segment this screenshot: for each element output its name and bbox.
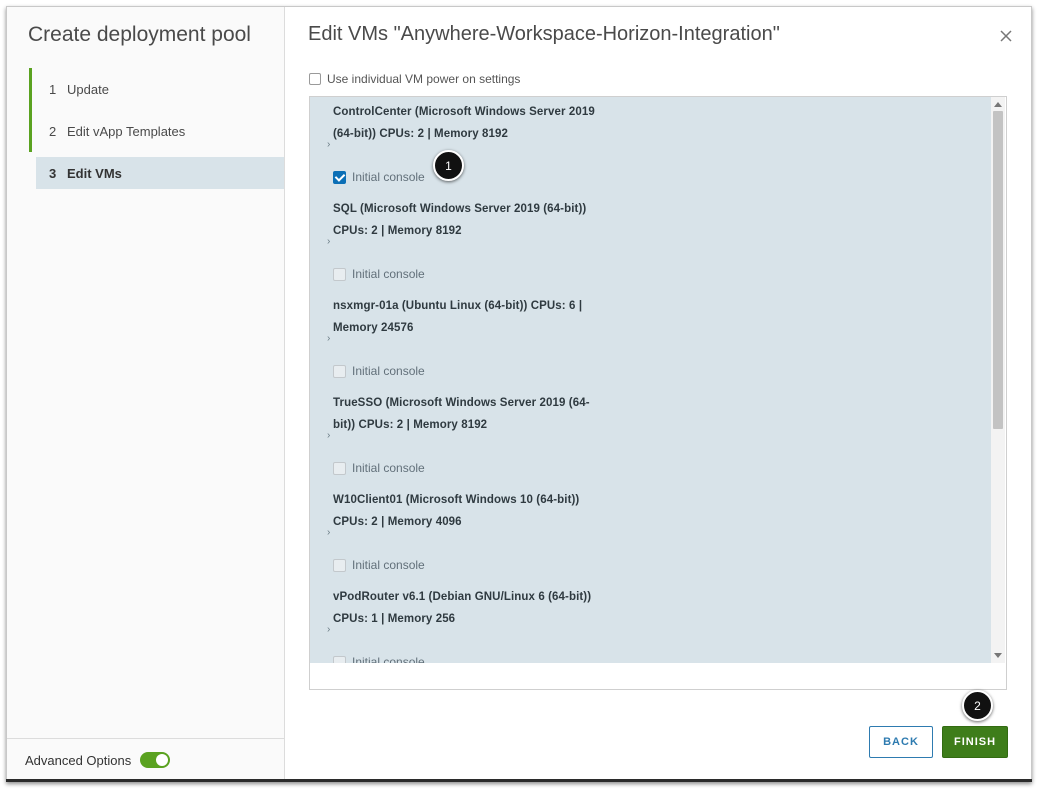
modal-dialog: Create deployment pool 1 Update 2 Edit v…	[6, 6, 1032, 782]
initial-console-checkbox[interactable]	[333, 364, 346, 378]
initial-console-label: Initial console	[352, 267, 425, 281]
scroll-down-icon[interactable]	[994, 653, 1002, 658]
advanced-options-toggle[interactable]	[140, 752, 171, 768]
vm-specs: CPUs: 2 | Memory 8192	[333, 225, 462, 237]
initial-console-label: Initial console	[352, 461, 425, 475]
vm-list: ControlCenter (Microsoft Windows Server …	[310, 97, 991, 663]
vm-name: nsxmgr-01a (Ubuntu Linux (64-bit)) CPUs:…	[333, 300, 583, 312]
wizard-sidebar: Create deployment pool 1 Update 2 Edit v…	[7, 7, 285, 781]
step-update[interactable]: 1 Update	[28, 68, 284, 110]
vm-list-scrollbar[interactable]	[991, 97, 1005, 663]
scrollbar-thumb[interactable]	[993, 111, 1003, 429]
step-edit-vms[interactable]: 3 Edit VMs	[36, 157, 284, 189]
close-icon[interactable]	[997, 27, 1015, 45]
step-number: 1	[49, 81, 57, 97]
step-number: 2	[49, 123, 57, 139]
vm-specs: (64-bit)) CPUs: 2 | Memory 8192	[333, 128, 509, 140]
initial-console-checkbox[interactable]	[333, 170, 346, 184]
scroll-up-icon[interactable]	[994, 102, 1002, 107]
initial-console-label: Initial console	[352, 170, 425, 184]
initial-console-checkbox[interactable]	[333, 655, 346, 663]
initial-console-option: Initial console	[333, 170, 425, 184]
initial-console-checkbox[interactable]	[333, 558, 346, 572]
initial-console-checkbox[interactable]	[333, 461, 346, 475]
vm-name: TrueSSO (Microsoft Windows Server 2019 (…	[333, 397, 590, 409]
chevron-right-icon[interactable]: ›	[327, 624, 330, 635]
initial-console-option: Initial console	[333, 364, 425, 378]
individual-power-label: Use individual VM power on settings	[327, 72, 521, 86]
wizard-steps: 1 Update 2 Edit vApp Templates 3 Edit VM…	[28, 68, 284, 189]
back-button[interactable]: BACK	[869, 726, 933, 758]
vm-specs: CPUs: 2 | Memory 4096	[333, 516, 462, 528]
initial-console-option: Initial console	[333, 558, 425, 572]
vm-name: W10Client01 (Microsoft Windows 10 (64-bi…	[333, 494, 580, 506]
advanced-options-label: Advanced Options	[25, 752, 132, 768]
vm-list-container: ControlCenter (Microsoft Windows Server …	[309, 96, 1007, 690]
chevron-right-icon[interactable]: ›	[327, 139, 330, 150]
page-title: Edit VMs "Anywhere-Workspace-Horizon-Int…	[308, 23, 780, 45]
initial-console-option: Initial console	[333, 461, 425, 475]
step-number: 3	[49, 165, 57, 181]
vm-name: vPodRouter v6.1 (Debian GNU/Linux 6 (64-…	[333, 591, 592, 603]
individual-power-checkbox[interactable]	[309, 73, 321, 85]
vm-specs: bit)) CPUs: 2 | Memory 8192	[333, 419, 488, 431]
chevron-right-icon[interactable]: ›	[327, 527, 330, 538]
initial-console-option: Initial console	[333, 267, 425, 281]
chevron-right-icon[interactable]: ›	[327, 236, 330, 247]
vm-name: SQL (Microsoft Windows Server 2019 (64-b…	[333, 203, 587, 215]
vm-specs: Memory 24576	[333, 322, 414, 334]
chevron-right-icon[interactable]: ›	[327, 430, 330, 441]
wizard-title: Create deployment pool	[28, 23, 251, 46]
initial-console-option: Initial console	[333, 655, 425, 663]
initial-console-label: Initial console	[352, 655, 425, 663]
callout-marker-2: 2	[962, 690, 993, 721]
individual-power-setting: Use individual VM power on settings	[309, 72, 520, 86]
step-label: Update	[67, 81, 109, 97]
chevron-right-icon[interactable]: ›	[327, 333, 330, 344]
initial-console-label: Initial console	[352, 558, 425, 572]
vm-specs: CPUs: 1 | Memory 256	[333, 613, 456, 625]
initial-console-label: Initial console	[352, 364, 425, 378]
step-label: Edit VMs	[67, 165, 122, 181]
window-bottom-edge	[6, 779, 1032, 782]
step-edit-vapp-templates[interactable]: 2 Edit vApp Templates	[28, 110, 284, 152]
finish-button[interactable]: FINISH	[942, 726, 1008, 758]
step-label: Edit vApp Templates	[67, 123, 186, 139]
callout-marker-1: 1	[433, 150, 464, 181]
advanced-options: Advanced Options	[7, 738, 284, 781]
toggle-knob	[156, 754, 169, 766]
initial-console-checkbox[interactable]	[333, 267, 346, 281]
vm-name: ControlCenter (Microsoft Windows Server …	[333, 106, 595, 118]
